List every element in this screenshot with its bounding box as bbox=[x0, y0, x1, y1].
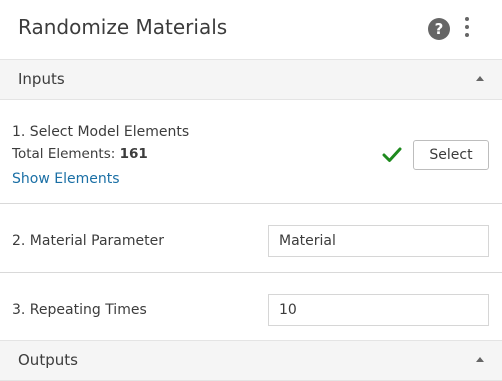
menu-dot bbox=[465, 33, 469, 37]
total-elements-label: Total Elements: bbox=[12, 146, 116, 162]
material-parameter-label: 2. Material Parameter bbox=[12, 233, 164, 249]
select-elements-label: 1. Select Model Elements bbox=[12, 124, 190, 140]
total-elements: Total Elements: 161 bbox=[12, 146, 148, 162]
outputs-section-header[interactable]: Outputs bbox=[0, 340, 502, 381]
panel-title: Randomize Materials bbox=[18, 15, 228, 39]
divider bbox=[0, 272, 502, 273]
show-elements-link[interactable]: Show Elements bbox=[12, 171, 119, 187]
outputs-section-label: Outputs bbox=[18, 351, 78, 369]
total-elements-value: 161 bbox=[119, 146, 148, 162]
collapse-caret-icon[interactable] bbox=[476, 76, 484, 81]
repeating-times-input[interactable]: 10 bbox=[268, 294, 489, 326]
menu-dot bbox=[465, 17, 469, 21]
help-icon[interactable]: ? bbox=[428, 18, 450, 40]
panel-header: Randomize Materials ? bbox=[0, 0, 502, 59]
randomize-materials-panel: Randomize Materials ? Inputs 1. Select M… bbox=[0, 0, 502, 381]
menu-dot bbox=[465, 25, 469, 29]
more-vertical-icon[interactable] bbox=[462, 17, 472, 41]
check-icon bbox=[382, 147, 402, 162]
inputs-section-label: Inputs bbox=[18, 70, 65, 88]
collapse-caret-icon[interactable] bbox=[476, 357, 484, 362]
select-button[interactable]: Select bbox=[413, 140, 489, 170]
divider bbox=[0, 203, 502, 204]
inputs-section-header[interactable]: Inputs bbox=[0, 59, 502, 100]
repeating-times-label: 3. Repeating Times bbox=[12, 302, 147, 318]
material-parameter-input[interactable]: Material bbox=[268, 225, 489, 257]
